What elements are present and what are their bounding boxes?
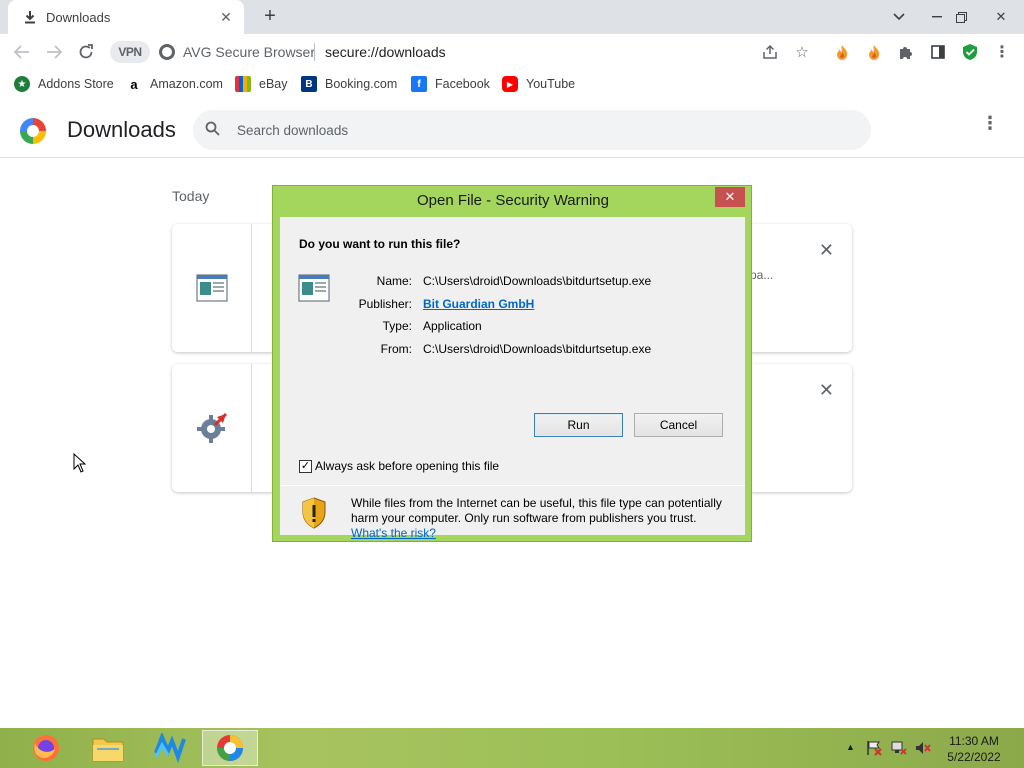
bookmark-label: Facebook (435, 77, 490, 91)
volume-muted-icon[interactable] (915, 740, 931, 759)
bookmark-label: Booking.com (325, 77, 398, 91)
search-icon (205, 121, 220, 140)
avg-browser-icon (217, 735, 243, 761)
cancel-button[interactable]: Cancel (634, 413, 723, 437)
publisher-label: Publisher: (358, 297, 412, 311)
folder-icon (92, 738, 124, 762)
close-window-button[interactable]: ✕ (985, 0, 1017, 34)
back-button[interactable] (11, 41, 33, 63)
reload-button[interactable] (75, 41, 97, 63)
dialog-question: Do you want to run this file? (299, 237, 461, 251)
new-tab-button[interactable]: + (258, 5, 282, 29)
bookmark-youtube[interactable]: ▶ YouTube (502, 76, 575, 92)
downloads-menu-icon[interactable]: ⋮ (980, 114, 1000, 132)
name-label: Name: (376, 274, 412, 288)
extensions-puzzle-icon[interactable] (897, 43, 915, 61)
remove-download-icon[interactable]: ✕ (819, 240, 834, 261)
tab-downloads[interactable]: Downloads ✕ (8, 0, 244, 34)
from-value: C:\Users\droid\Downloads\bitdurtsetup.ex… (423, 342, 652, 356)
bookmark-facebook[interactable]: f Facebook (411, 76, 490, 92)
app-waves-icon (154, 733, 186, 763)
run-button[interactable]: Run (534, 413, 623, 437)
browser-name: AVG Secure Browser (183, 44, 316, 60)
warning-shield-icon (302, 497, 326, 529)
booking-icon: B (301, 76, 317, 92)
bookmark-label: eBay (259, 77, 288, 91)
amazon-icon: a (126, 76, 142, 92)
tab-title: Downloads (46, 9, 111, 25)
mouse-cursor-icon (73, 453, 87, 473)
type-label: Type: (382, 319, 412, 333)
search-box[interactable] (193, 110, 871, 150)
avg-shield-icon[interactable] (961, 43, 979, 61)
avg-browser-logo-icon (159, 44, 175, 60)
addons-store-icon: ★ (14, 76, 30, 92)
warning-text-block: While files from the Internet can be use… (351, 496, 736, 541)
show-hidden-icons-icon[interactable]: ▲ (846, 742, 855, 752)
card-icon-cell (172, 364, 252, 492)
taskbar-file-explorer[interactable] (80, 730, 136, 766)
forward-button[interactable] (43, 41, 65, 63)
bookmark-label: Amazon.com (150, 77, 223, 91)
address-bar[interactable]: secure://downloads (325, 44, 446, 60)
whats-the-risk-link[interactable]: What's the risk? (351, 526, 436, 540)
bookmark-ebay[interactable]: eBay (235, 76, 288, 92)
side-panel-icon[interactable] (929, 43, 947, 61)
warning-text: While files from the Internet can be use… (351, 496, 722, 525)
clock-date: 5/22/2022 (947, 750, 1001, 764)
warning-area: While files from the Internet can be use… (280, 486, 745, 540)
type-value: Application (423, 319, 482, 333)
card-icon-cell (172, 224, 252, 352)
ebay-icon (235, 76, 251, 92)
bookmark-addons-store[interactable]: ★ Addons Store (14, 76, 114, 92)
system-clock[interactable]: 11:30 AM 5/22/2022 (944, 733, 1004, 765)
clock-time: 11:30 AM (949, 734, 999, 748)
extension-flame-icon[interactable] (833, 43, 851, 61)
bookmark-amazon[interactable]: a Amazon.com (126, 76, 223, 92)
vpn-button[interactable]: VPN (110, 41, 150, 63)
setup-gear-icon (196, 412, 227, 443)
share-icon[interactable] (761, 43, 779, 61)
search-input[interactable] (237, 119, 837, 141)
avg-browser-logo-icon (20, 118, 46, 144)
section-label-today: Today (172, 188, 210, 204)
card-trailing-text: pa... (750, 268, 774, 282)
name-value: C:\Users\droid\Downloads\bitdurtsetup.ex… (423, 274, 652, 288)
publisher-link[interactable]: Bit Guardian GmbH (423, 297, 534, 311)
restore-button[interactable] (945, 0, 977, 34)
always-ask-label[interactable]: Always ask before opening this file (315, 459, 499, 473)
firefox-icon (33, 735, 59, 761)
dialog-title: Open File - Security Warning (416, 192, 609, 209)
taskbar: ▲ 11:30 AM 5/22/2022 (0, 728, 1024, 768)
browser-menu-icon[interactable]: ⋮ (993, 43, 1011, 61)
tab-search-chevron-icon[interactable] (883, 0, 915, 34)
security-warning-dialog: Open File - Security Warning ✕ Do you wa… (272, 185, 752, 542)
bookmark-label: Addons Store (38, 77, 114, 91)
bookmark-booking[interactable]: B Booking.com (301, 76, 397, 92)
tab-strip: Downloads ✕ + ✕ (0, 0, 1024, 34)
page-title: Downloads (67, 117, 176, 142)
network-icon[interactable] (891, 740, 907, 759)
dialog-close-button[interactable]: ✕ (715, 187, 745, 207)
application-file-icon (195, 274, 228, 302)
always-ask-checkbox[interactable]: ✓ (299, 460, 312, 473)
toolbar: VPN AVG Secure Browser secure://download… (0, 34, 1024, 70)
from-label: From: (380, 342, 412, 356)
download-icon (22, 9, 38, 25)
dialog-body: Do you want to run this file? Name: C:\U… (280, 217, 745, 540)
remove-download-icon[interactable]: ✕ (819, 380, 834, 401)
downloads-header: Downloads ⋮ (0, 100, 1024, 158)
facebook-icon: f (411, 76, 427, 92)
taskbar-firefox[interactable] (18, 730, 74, 766)
omnibox-separator (314, 43, 315, 61)
extension-flame-2-icon[interactable] (865, 43, 883, 61)
taskbar-app-waves[interactable] (142, 730, 198, 766)
flag-alert-icon[interactable] (866, 740, 882, 759)
bookmark-label: YouTube (526, 77, 576, 91)
bookmark-star-icon[interactable]: ☆ (793, 43, 811, 61)
bookmarks-bar: ★ Addons Store a Amazon.com eBay B Booki… (0, 70, 1024, 98)
taskbar-avg-browser[interactable] (202, 730, 258, 766)
youtube-icon: ▶ (502, 76, 518, 92)
tab-close-icon[interactable]: ✕ (218, 9, 234, 26)
